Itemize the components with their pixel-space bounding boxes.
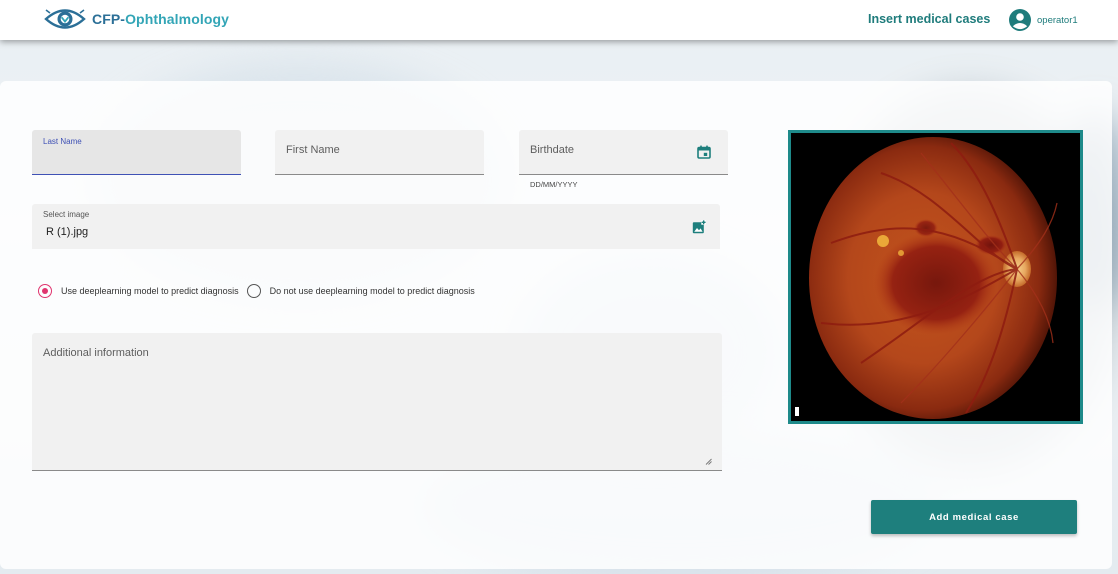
birthdate-field[interactable]: Birthdate xyxy=(519,130,728,175)
resize-handle-icon[interactable] xyxy=(705,458,712,465)
image-select-label: Select image xyxy=(43,210,90,219)
birthdate-label: Birthdate xyxy=(530,144,575,156)
radio-use-model-label[interactable]: Use deeplearning model to predict diagno… xyxy=(61,286,239,296)
user-name: operator1 xyxy=(1037,14,1078,26)
last-name-label: Last Name xyxy=(43,137,82,146)
brand-title: CFP-Ophthalmology xyxy=(92,11,229,27)
image-file-name: R (1).jpg xyxy=(46,226,89,238)
top-app-bar: CFP-Ophthalmology Insert medical cases o… xyxy=(0,0,1118,40)
nav-insert-medical-cases[interactable]: Insert medical cases xyxy=(868,12,990,26)
account-circle-icon xyxy=(1009,9,1031,31)
fundus-image-preview xyxy=(788,130,1083,424)
diagnosis-radio-group: Use deeplearning model to predict diagno… xyxy=(38,284,483,298)
eye-logo-icon xyxy=(44,9,86,29)
brand-prefix: CFP- xyxy=(92,11,126,27)
add-medical-case-button[interactable]: Add medical case xyxy=(871,500,1077,534)
last-name-field[interactable]: Last Name xyxy=(32,130,241,175)
additional-info-label: Additional information xyxy=(43,347,149,359)
image-select-field[interactable]: Select image R (1).jpg xyxy=(32,204,720,249)
additional-info-textarea[interactable]: Additional information xyxy=(32,333,722,471)
fundus-image xyxy=(791,133,1080,421)
radio-no-model-label[interactable]: Do not use deeplearning model to predict… xyxy=(270,286,475,296)
add-photo-icon[interactable] xyxy=(692,220,706,234)
radio-use-model[interactable] xyxy=(38,284,52,298)
first-name-field[interactable]: First Name xyxy=(275,130,484,175)
brand-suffix: Ophthalmology xyxy=(125,11,230,27)
radio-no-model[interactable] xyxy=(246,284,261,298)
calendar-icon[interactable] xyxy=(697,145,711,159)
brand[interactable]: CFP-Ophthalmology xyxy=(44,6,229,32)
user-menu[interactable]: operator1 xyxy=(1008,8,1078,32)
first-name-label: First Name xyxy=(286,144,340,156)
birthdate-hint: DD/MM/YYYY xyxy=(530,180,578,189)
